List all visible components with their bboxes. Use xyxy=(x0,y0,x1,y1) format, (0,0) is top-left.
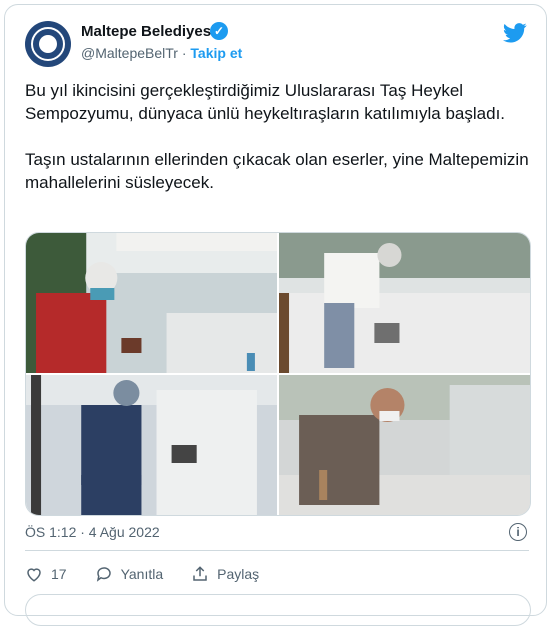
like-count: 17 xyxy=(51,566,67,582)
reply-label: Yanıtla xyxy=(120,566,164,582)
tweet-paragraph-2: Taşın ustalarının ellerinden çıkacak ola… xyxy=(25,150,529,192)
action-bar: 17 Yanıtla Paylaş xyxy=(25,565,287,583)
tweet-card: Maltepe Belediyesi ✓ @MaltepeBelTr · Tak… xyxy=(4,4,547,626)
photo-sculptor-woman[interactable] xyxy=(279,375,530,515)
photo-sculptor-grinder[interactable] xyxy=(279,233,530,373)
info-icon[interactable]: i xyxy=(509,523,527,541)
photo-sculptor-red-vest[interactable] xyxy=(26,233,277,373)
share-button[interactable]: Paylaş xyxy=(191,565,259,583)
verified-badge-icon: ✓ xyxy=(210,22,228,40)
twitter-bird-icon[interactable] xyxy=(503,23,527,43)
share-label: Paylaş xyxy=(217,566,260,582)
author-handle-line: @MaltepeBelTr · Takip et xyxy=(81,45,242,61)
share-icon xyxy=(193,566,207,581)
heart-icon xyxy=(27,568,41,582)
follow-button[interactable]: Takip et xyxy=(190,45,242,61)
author-handle[interactable]: @MaltepeBelTr xyxy=(81,45,178,61)
tweet-timestamp[interactable]: ÖS 1:12 · 4 Ağu 2022 xyxy=(25,524,160,540)
reply-button[interactable]: Yanıtla xyxy=(95,565,164,583)
tweet-text: Bu yıl ikincisini gerçekleştirdiğimiz Ul… xyxy=(25,79,535,194)
photo-grid xyxy=(25,232,531,516)
reply-icon xyxy=(96,567,111,582)
avatar[interactable] xyxy=(25,21,71,67)
divider xyxy=(25,550,529,551)
handle-separator: · xyxy=(177,45,191,61)
read-replies-button[interactable] xyxy=(25,594,531,626)
municipality-logo-icon xyxy=(31,27,65,61)
photo-sculptor-blue-overalls[interactable] xyxy=(26,375,277,515)
tweet-paragraph-1: Bu yıl ikincisini gerçekleştirdiğimiz Ul… xyxy=(25,81,506,123)
like-button[interactable]: 17 xyxy=(25,565,67,583)
author-name[interactable]: Maltepe Belediyesi xyxy=(81,23,215,40)
